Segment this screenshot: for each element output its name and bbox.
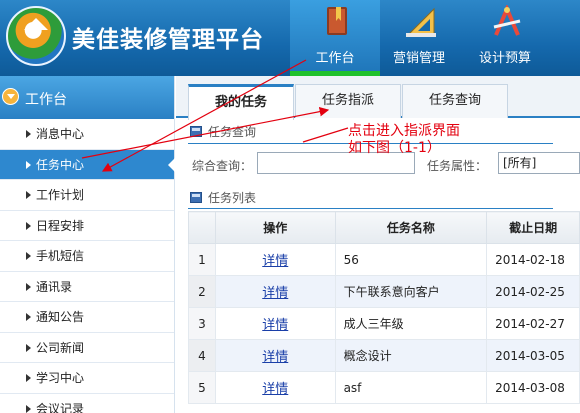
task-name-cell: 概念设计: [334, 339, 488, 372]
sidebar-item-company-news[interactable]: 公司新闻: [0, 333, 174, 363]
details-link[interactable]: 详情: [262, 286, 288, 301]
sidebar-item-notices[interactable]: 通知公告: [0, 302, 174, 333]
sidebar-item-task-center[interactable]: 任务中心: [0, 149, 175, 180]
sidebar-item-contacts[interactable]: 通讯录: [0, 272, 174, 302]
deadline-cell: 2014-02-18: [486, 243, 580, 276]
col-header-operation: 操作: [214, 211, 336, 244]
compass-tools-icon: [493, 5, 521, 36]
sidebar-item-learning-center[interactable]: 学习中心: [0, 363, 174, 394]
col-header-task-name: 任务名称: [334, 211, 488, 244]
col-header-deadline: 截止日期: [486, 211, 580, 244]
query-section-title: 任务查询: [190, 123, 256, 141]
sidebar-item-schedule[interactable]: 日程安排: [0, 211, 174, 241]
task-name-cell: 下午联系意向客户: [334, 275, 488, 308]
table-row: 2 详情 下午联系意向客户 2014-02-25: [188, 275, 580, 308]
table-row: 3 详情 成人三年级 2014-02-27: [188, 307, 580, 340]
row-number: 2: [188, 275, 216, 308]
task-name-cell: 成人三年级: [334, 307, 488, 340]
row-number: 1: [188, 243, 216, 276]
window-icon: [190, 192, 202, 203]
task-attribute-select[interactable]: [所有]: [498, 152, 580, 174]
list-section-title: 任务列表: [190, 189, 256, 207]
tab-task-assign[interactable]: 任务指派: [295, 84, 401, 118]
tab-bar: 我的任务 任务指派 任务查询: [176, 76, 580, 120]
book-icon: [327, 7, 347, 35]
nav-label: 营销管理: [392, 51, 445, 66]
nav-item-marketing[interactable]: 营销管理: [374, 0, 464, 76]
nav-item-tools[interactable]: 工: [548, 0, 580, 76]
sidebar-header[interactable]: 工作台: [0, 76, 174, 119]
sidebar-item-message-center[interactable]: 消息中心: [0, 119, 174, 150]
table-header-row: 操作 任务名称 截止日期: [188, 211, 580, 244]
deadline-cell: 2014-03-08: [486, 371, 580, 404]
sidebar-title: 工作台: [25, 92, 67, 108]
collapse-circle-icon: [2, 88, 19, 105]
task-name-cell: asf: [334, 371, 488, 404]
annotation-note: 点击进入指派界面 如下图（1-1）: [348, 123, 460, 157]
ruler-triangle-icon: [406, 7, 436, 37]
details-link[interactable]: 详情: [262, 350, 288, 365]
app-title: 美佳装修管理平台: [72, 27, 264, 53]
window-icon: [190, 126, 202, 137]
nav-label: 工作台: [315, 51, 355, 66]
row-number: 4: [188, 339, 216, 372]
tab-my-tasks[interactable]: 我的任务: [188, 84, 294, 120]
deadline-cell: 2014-02-25: [486, 275, 580, 308]
nav-label: 设计预算: [478, 51, 531, 66]
general-query-label: 综合查询：: [192, 159, 253, 173]
nav-label: 工: [548, 47, 580, 66]
deadline-cell: 2014-02-27: [486, 307, 580, 340]
sidebar-item-work-plan[interactable]: 工作计划: [0, 180, 174, 211]
tab-task-query[interactable]: 任务查询: [402, 84, 508, 118]
query-section-label: 任务查询: [208, 125, 257, 139]
nav-item-design-budget[interactable]: 设计预算: [460, 0, 550, 76]
table-row: 5 详情 asf 2014-03-08: [188, 371, 580, 404]
section-divider: [188, 208, 553, 209]
list-section-label: 任务列表: [208, 191, 257, 205]
row-number: 5: [188, 371, 216, 404]
task-attribute-label: 任务属性：: [427, 159, 488, 173]
table-row: 1 详情 56 2014-02-18: [188, 243, 580, 276]
annotation-line-2: 如下图（1-1）: [348, 140, 441, 156]
sidebar: 工作台 消息中心 任务中心 工作计划 日程安排 手机短信 通讯录 通知公告 公司…: [0, 76, 175, 413]
annotation-line-1: 点击进入指派界面: [348, 123, 460, 139]
details-link[interactable]: 详情: [262, 254, 288, 269]
app-header: 美佳装修管理平台 工作台 营销管理 设计预算 工: [0, 0, 580, 76]
details-link[interactable]: 详情: [262, 382, 288, 397]
sidebar-item-meeting-records[interactable]: 会议记录: [0, 394, 174, 413]
sidebar-item-sms[interactable]: 手机短信: [0, 241, 174, 272]
table-row: 4 详情 概念设计 2014-03-05: [188, 339, 580, 372]
row-number: 3: [188, 307, 216, 340]
col-header-index: [188, 211, 216, 244]
deadline-cell: 2014-03-05: [486, 339, 580, 372]
house-logo-icon: [6, 6, 66, 66]
task-table: 操作 任务名称 截止日期 1 详情 56 2014-02-18 2 详情 下午联…: [188, 211, 580, 404]
nav-item-workbench[interactable]: 工作台: [290, 0, 380, 76]
details-link[interactable]: 详情: [262, 318, 288, 333]
task-name-cell: 56: [334, 243, 488, 276]
